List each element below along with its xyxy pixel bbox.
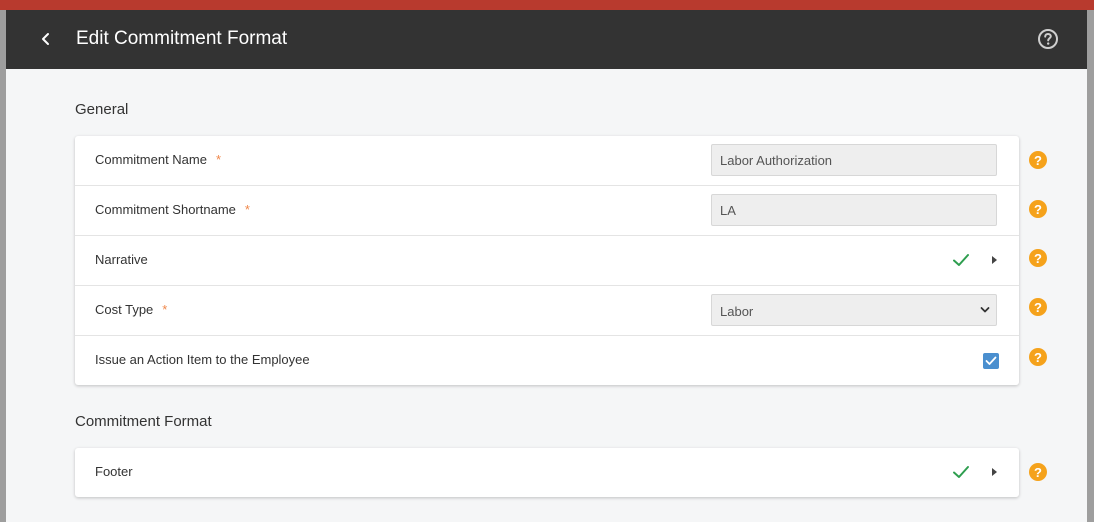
help-narrative[interactable]: ? [1029,249,1047,267]
cost-type-value: Labor [720,304,754,319]
section-title-general: General [75,101,129,118]
chevron-down-icon [980,307,990,313]
checkbox-check-icon [985,356,997,365]
row-issue-action-item: Issue an Action Item to the Employee [75,336,1019,385]
chevron-right-icon[interactable] [989,466,999,478]
issue-action-item-label: Issue an Action Item to the Employee [95,352,310,367]
row-commitment-name: Commitment Name * [75,136,1019,186]
commitment-shortname-label: Commitment Shortname * [95,202,250,217]
required-marker: * [215,152,222,167]
row-cost-type: Cost Type * Labor [75,286,1019,336]
footer-label: Footer [95,464,133,479]
narrative-label: Narrative [95,252,148,267]
section-title-commitment-format: Commitment Format [75,413,212,430]
chevron-right-icon[interactable] [989,254,999,266]
required-marker: * [162,302,168,317]
row-footer[interactable]: Footer [75,448,1019,497]
help-cost-type[interactable]: ? [1029,298,1047,316]
commitment-shortname-input[interactable] [711,194,997,226]
help-issue-action-item[interactable]: ? [1029,348,1047,366]
help-commitment-name[interactable]: ? [1029,151,1047,169]
commitment-format-card: Footer [75,448,1019,497]
commitment-name-input[interactable] [711,144,997,176]
issue-action-item-checkbox[interactable] [983,353,999,369]
help-footer[interactable]: ? [1029,463,1047,481]
chevron-left-icon [42,33,49,45]
edit-commitment-format-panel: Edit Commitment Format General Commitmen… [6,10,1087,522]
cost-type-label: Cost Type * [95,302,168,317]
checkmark-icon [953,254,969,266]
help-circle-icon[interactable] [1037,28,1059,50]
general-card: Commitment Name* Commitment Shortname* N… [75,136,1019,385]
commitment-name-label: Commitment Name * [95,152,222,167]
checkmark-icon [953,466,969,478]
page-title: Edit Commitment Format [76,28,288,49]
row-commitment-shortname: Commitment Shortname * [75,186,1019,236]
panel-header: Edit Commitment Format [6,10,1087,69]
required-marker: * [244,202,250,217]
background-app-bar [0,0,1094,10]
row-narrative[interactable]: Narrative [75,236,1019,286]
cost-type-select[interactable]: Labor [711,294,997,326]
help-commitment-shortname[interactable]: ? [1029,200,1047,218]
back-button[interactable] [34,27,58,51]
